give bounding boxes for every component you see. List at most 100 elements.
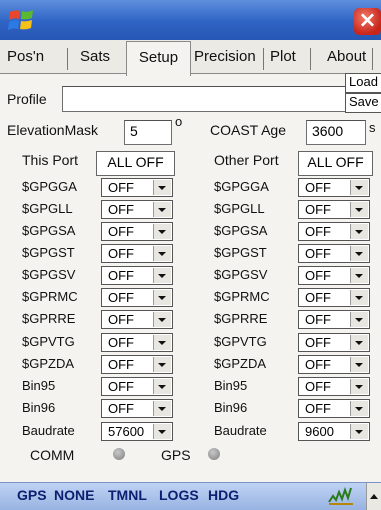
this-port-row-dropdown[interactable]: OFF — [101, 333, 173, 352]
this-port-row-dropdown[interactable]: OFF — [101, 310, 173, 329]
other-port-row-label: $GPGGA — [214, 179, 269, 194]
tab-precision[interactable]: Precision — [194, 44, 256, 72]
chevron-down-icon[interactable] — [350, 335, 368, 350]
this-port-row-dropdown[interactable]: OFF — [101, 355, 173, 374]
chevron-down-icon[interactable] — [153, 290, 171, 305]
chevron-down-icon[interactable] — [153, 312, 171, 327]
this-port-row-value: OFF — [108, 246, 134, 261]
coast-age-input[interactable]: 3600 — [306, 120, 366, 145]
this-port-row-value: OFF — [108, 335, 134, 350]
elevation-mask-input[interactable]: 5 — [124, 120, 172, 145]
other-port-row-dropdown[interactable]: OFF — [298, 178, 370, 197]
other-port-row-dropdown[interactable]: OFF — [298, 222, 370, 241]
this-port-all-off-button[interactable]: ALL OFF — [96, 151, 175, 176]
close-icon: × — [358, 8, 377, 33]
degree-unit: o — [175, 114, 183, 129]
chevron-down-icon[interactable] — [350, 290, 368, 305]
this-port-row-dropdown[interactable]: OFF — [101, 377, 173, 396]
chevron-down-icon[interactable] — [350, 268, 368, 283]
this-port-row-value: OFF — [108, 357, 134, 372]
toolbar-logs[interactable]: LOGS — [159, 487, 199, 503]
this-port-row-dropdown[interactable]: OFF — [101, 399, 173, 418]
this-port-title: This Port — [22, 152, 79, 168]
chevron-down-icon[interactable] — [350, 180, 368, 195]
save-button[interactable]: Save — [345, 93, 381, 113]
other-port-row-dropdown[interactable]: OFF — [298, 333, 370, 352]
chevron-down-icon[interactable] — [350, 224, 368, 239]
chevron-down-icon[interactable] — [153, 180, 171, 195]
this-port-row-dropdown[interactable]: OFF — [101, 222, 173, 241]
other-port-row-dropdown[interactable]: OFF — [298, 310, 370, 329]
other-port-row-dropdown[interactable]: OFF — [298, 399, 370, 418]
this-port-row-label: Bin95 — [22, 378, 56, 393]
tab-separator — [67, 48, 68, 70]
other-port-row-dropdown[interactable]: OFF — [298, 288, 370, 307]
other-port-row-dropdown[interactable]: OFF — [298, 266, 370, 285]
windows-logo-icon[interactable] — [6, 4, 38, 36]
tab-separator — [310, 48, 311, 70]
network-signal-icon[interactable] — [327, 486, 357, 506]
chevron-down-icon[interactable] — [350, 202, 368, 217]
toolbar-tmnl[interactable]: TMNL — [108, 487, 147, 503]
other-port-row-label: Bin95 — [214, 378, 248, 393]
gps-label: GPS — [161, 447, 191, 463]
this-port-row-dropdown[interactable]: OFF — [101, 288, 173, 307]
chevron-down-icon[interactable] — [153, 424, 171, 439]
chevron-down-icon[interactable] — [153, 379, 171, 394]
other-port-row-dropdown[interactable]: OFF — [298, 200, 370, 219]
chevron-down-icon[interactable] — [153, 202, 171, 217]
tab-separator — [372, 48, 373, 70]
other-port-row-value: OFF — [305, 202, 331, 217]
toolbar-gps[interactable]: GPS — [17, 487, 47, 503]
other-port-all-off-button[interactable]: ALL OFF — [298, 151, 373, 176]
chevron-down-icon[interactable] — [153, 357, 171, 372]
toolbar-hdg[interactable]: HDG — [208, 487, 239, 503]
chevron-down-icon[interactable] — [350, 424, 368, 439]
chevron-down-icon[interactable] — [350, 312, 368, 327]
this-port-row-dropdown[interactable]: 57600 — [101, 422, 173, 441]
chevron-down-icon[interactable] — [153, 246, 171, 261]
this-port-row-dropdown[interactable]: OFF — [101, 244, 173, 263]
profile-input[interactable] — [62, 86, 349, 112]
scroll-up-button[interactable] — [366, 483, 381, 510]
chevron-down-icon[interactable] — [153, 224, 171, 239]
close-button[interactable]: × — [354, 8, 381, 35]
chevron-down-icon[interactable] — [350, 357, 368, 372]
tab-about[interactable]: About — [327, 44, 366, 72]
chevron-down-icon[interactable] — [350, 246, 368, 261]
other-port-row-label: $GPRMC — [214, 289, 270, 304]
tab-plot[interactable]: Plot — [270, 44, 296, 72]
tab-sats[interactable]: Sats — [80, 44, 110, 72]
this-port-row-label: $GPRRE — [22, 311, 76, 326]
other-port-row-label: Baudrate — [214, 423, 267, 438]
toolbar-none[interactable]: NONE — [54, 487, 94, 503]
this-port-row-label: Baudrate — [22, 423, 75, 438]
chevron-down-icon[interactable] — [153, 401, 171, 416]
other-port-row-label: $GPGST — [214, 245, 267, 260]
this-port-row-label: $GPGSA — [22, 223, 76, 238]
this-port-row-value: 57600 — [108, 424, 145, 439]
other-port-row-label: $GPZDA — [214, 356, 267, 371]
this-port-row-value: OFF — [108, 290, 134, 305]
tab-posn[interactable]: Pos'n — [7, 44, 44, 72]
this-port-row-dropdown[interactable]: OFF — [101, 178, 173, 197]
other-port-row-value: OFF — [305, 379, 331, 394]
this-port-row-dropdown[interactable]: OFF — [101, 266, 173, 285]
other-port-row-value: OFF — [305, 290, 331, 305]
load-button[interactable]: Load — [345, 73, 381, 93]
other-port-row-dropdown[interactable]: OFF — [298, 377, 370, 396]
this-port-row-label: $GPVTG — [22, 334, 75, 349]
chevron-down-icon[interactable] — [153, 268, 171, 283]
chevron-down-icon[interactable] — [350, 401, 368, 416]
this-port-row-dropdown[interactable]: OFF — [101, 200, 173, 219]
chevron-down-icon[interactable] — [350, 379, 368, 394]
title-bar — [0, 0, 381, 40]
this-port-row-value: OFF — [108, 268, 134, 283]
this-port-row-label: $GPGSV — [22, 267, 76, 282]
tab-setup[interactable]: Setup — [126, 41, 191, 76]
chevron-down-icon[interactable] — [153, 335, 171, 350]
other-port-row-label: $GPVTG — [214, 334, 267, 349]
other-port-row-dropdown[interactable]: OFF — [298, 355, 370, 374]
other-port-row-dropdown[interactable]: 9600 — [298, 422, 370, 441]
other-port-row-dropdown[interactable]: OFF — [298, 244, 370, 263]
